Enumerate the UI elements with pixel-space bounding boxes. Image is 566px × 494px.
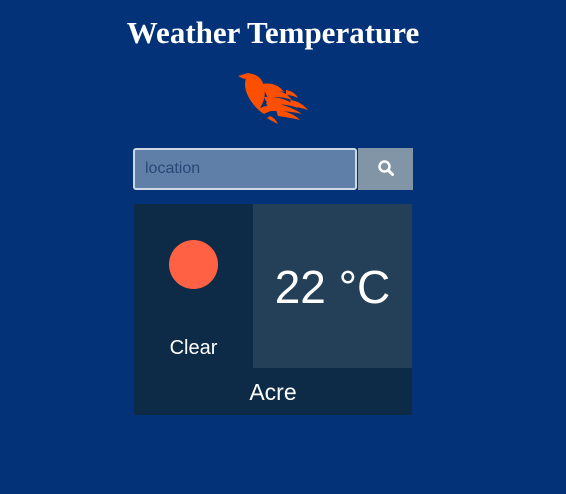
weather-condition-label: Clear [169,337,218,359]
temperature-value: 22 °C [274,261,391,313]
search-button[interactable] [358,148,413,190]
sun-icon [169,240,218,289]
location-name: Acre [249,378,297,405]
location-search-input[interactable] [133,148,357,190]
phoenix-flame-logo-icon [234,70,312,124]
search-bar [133,148,413,190]
temperature-panel: 22 °C [253,204,412,368]
search-icon [377,159,395,180]
weather-card: Clear 22 °C Acre [134,204,412,415]
page-title: Weather Temperature [126,15,420,50]
location-panel: Acre [134,368,412,415]
condition-panel: Clear [134,204,253,368]
